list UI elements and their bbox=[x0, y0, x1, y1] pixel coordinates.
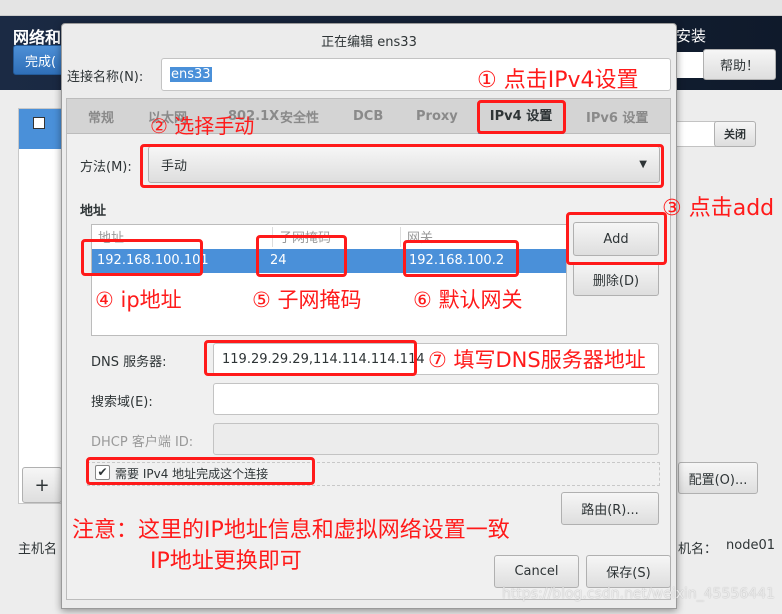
dialog-title: 正在编辑 ens33 bbox=[321, 35, 417, 50]
search-domain-label: 搜索域(E): bbox=[91, 395, 153, 410]
done-button[interactable]: 完成( bbox=[13, 45, 68, 75]
annotation-step3: ③ 点击add bbox=[662, 196, 775, 221]
highlight-dns bbox=[204, 340, 417, 376]
search-domain-input[interactable] bbox=[213, 383, 659, 415]
annotation-note-line2: IP地址更换即可 bbox=[150, 549, 302, 574]
annotation-step4: ④ ip地址 bbox=[95, 288, 182, 312]
configure-button[interactable]: 配置(O)... bbox=[678, 462, 758, 494]
highlight-gateway bbox=[403, 240, 519, 277]
watermark: https://blog.csdn.net/weixin_45556441 bbox=[502, 586, 776, 602]
tab-proxy[interactable]: Proxy bbox=[416, 98, 458, 134]
address-section-title: 地址 bbox=[80, 204, 107, 219]
annotation-step1: ① 点击IPv4设置 bbox=[477, 68, 639, 93]
dhcp-client-id-label: DHCP 客户端 ID: bbox=[91, 435, 194, 450]
top-strip bbox=[0, 0, 782, 16]
cancel-button[interactable]: Cancel bbox=[494, 555, 579, 588]
highlight-method bbox=[140, 144, 664, 188]
header-right-text: 安装 bbox=[676, 27, 707, 45]
highlight-address bbox=[81, 239, 203, 276]
device-item-selected[interactable] bbox=[19, 109, 63, 149]
routes-button[interactable]: 路由(R)... bbox=[561, 492, 659, 525]
current-hostname-label: 机名： bbox=[678, 542, 718, 557]
annotation-note-line1: 注意：这里的IP地址信息和虚拟网络设置一致 bbox=[72, 518, 510, 543]
highlight-netmask bbox=[256, 235, 347, 277]
off-toggle[interactable]: 关闭 bbox=[714, 121, 756, 147]
method-label: 方法(M): bbox=[80, 160, 132, 175]
annotation-step7: ⑦ 填写DNS服务器地址 bbox=[428, 348, 646, 372]
annotation-step5: ⑤ 子网掩码 bbox=[252, 288, 362, 312]
add-device-button[interactable]: + bbox=[22, 467, 62, 503]
toggle-track bbox=[676, 121, 716, 147]
save-button[interactable]: 保存(S) bbox=[586, 555, 671, 588]
network-icon bbox=[33, 117, 45, 129]
connection-name-label: 连接名称(N): bbox=[67, 70, 144, 85]
annotation-step2: ② 选择手动 bbox=[150, 114, 255, 138]
header-input bbox=[676, 52, 704, 78]
highlight-require-ipv4 bbox=[86, 457, 315, 485]
tab-dcb[interactable]: DCB bbox=[353, 98, 383, 134]
hostname-label: 主机名 bbox=[18, 542, 58, 557]
highlight-add bbox=[566, 212, 667, 265]
dhcp-client-id-input bbox=[213, 423, 659, 455]
connection-name-value: ens33 bbox=[170, 67, 212, 82]
delete-address-button[interactable]: 删除(D) bbox=[573, 262, 659, 296]
tab-ipv6[interactable]: IPv6 设置 bbox=[586, 98, 648, 134]
help-button[interactable]: 帮助！ bbox=[703, 49, 776, 80]
highlight-ipv4-tab bbox=[477, 100, 566, 134]
annotation-step6: ⑥ 默认网关 bbox=[413, 288, 523, 312]
current-hostname-value: node01 bbox=[726, 538, 775, 553]
tab-general[interactable]: 常规 bbox=[88, 98, 114, 134]
dns-label: DNS 服务器: bbox=[91, 355, 167, 370]
device-list bbox=[18, 108, 64, 504]
tab-security[interactable]: 安全性 bbox=[280, 98, 319, 134]
